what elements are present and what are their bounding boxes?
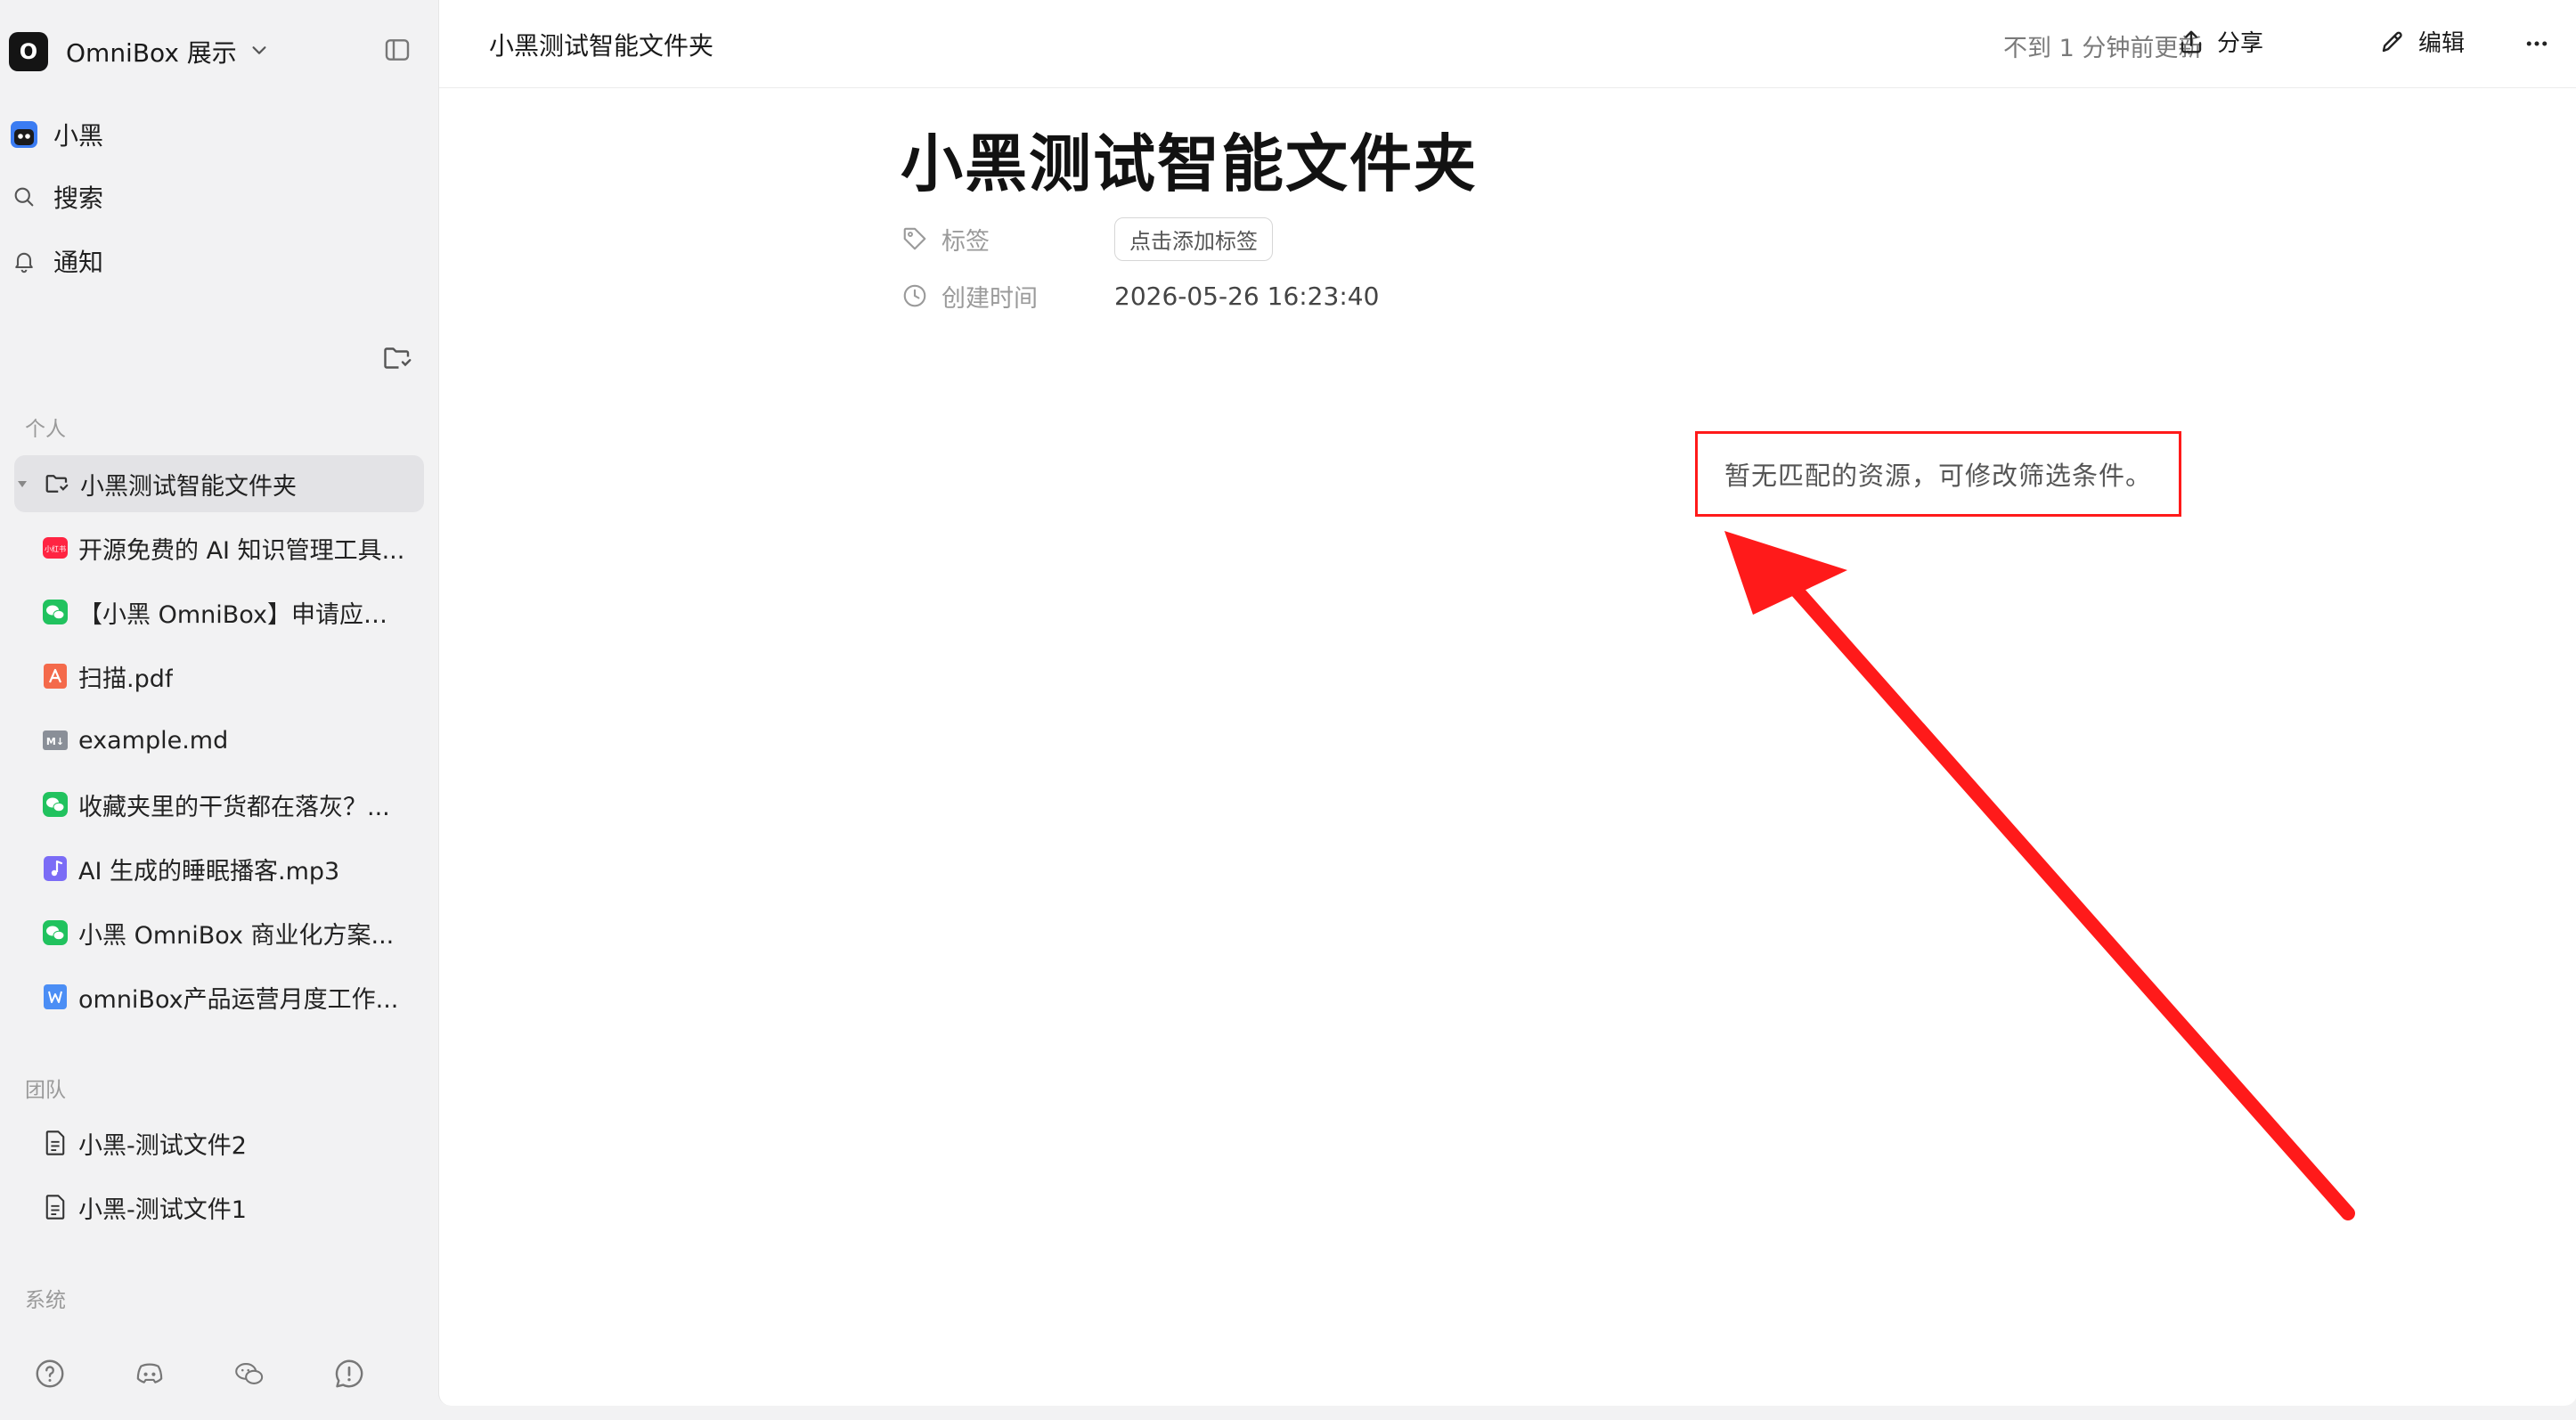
new-smart-folder-icon[interactable] — [381, 342, 413, 378]
help-icon[interactable] — [34, 1358, 66, 1390]
tree-item-doc-6[interactable]: AI 生成的睡眠播客.mp3 — [41, 840, 424, 897]
xiaohongshu-icon: 小红书 — [41, 534, 69, 562]
discord-icon[interactable] — [134, 1358, 166, 1390]
wechat-community-icon[interactable] — [233, 1358, 265, 1390]
tree-item-team-doc-1[interactable]: 小黑-测试文件2 — [41, 1114, 424, 1171]
sidebar-footer — [34, 1358, 365, 1390]
ninja-avatar-icon — [9, 119, 39, 150]
created-time-value: 2026-05-26 16:23:40 — [1114, 281, 1380, 311]
nav-item-search[interactable]: 搜索 — [9, 175, 103, 219]
edit-button[interactable]: 编辑 — [2379, 25, 2465, 58]
tree-item-doc-7[interactable]: 小黑 OmniBox 商业化方案... — [41, 904, 424, 961]
sidebar: O OmniBox 展示 小黑 搜索 通知 个人 小黑测试智能文件夹 小红书 开… — [0, 0, 438, 1420]
tree-item-label: 扫描.pdf — [78, 665, 174, 693]
audio-icon — [41, 854, 69, 883]
tree-item-label: example.md — [78, 726, 229, 755]
section-personal: 个人 — [25, 418, 66, 441]
tree-item-label: AI 生成的睡眠播客.mp3 — [78, 857, 340, 885]
tag-icon — [901, 224, 929, 253]
tree-item-doc-8[interactable]: omniBox产品运营月度工作... — [41, 968, 424, 1025]
tree-item-smart-folder[interactable]: 小黑测试智能文件夹 — [14, 455, 424, 512]
tree-item-doc-3[interactable]: 扫描.pdf — [41, 648, 424, 705]
nav-label-notifications: 通知 — [53, 248, 104, 277]
add-tag-button[interactable]: 点击添加标签 — [1114, 216, 1273, 261]
nav-label-search: 搜索 — [53, 184, 104, 213]
main-panel: 小黑测试智能文件夹 不到 1 分钟前更新 分享 编辑 小黑测试智能文件夹 标签 … — [438, 0, 2576, 1406]
section-system: 系统 — [25, 1289, 66, 1312]
wechat-icon — [41, 918, 69, 947]
svg-text:M↓: M↓ — [46, 736, 64, 747]
tree-item-label: 小黑-测试文件2 — [78, 1131, 247, 1160]
tree-item-doc-4[interactable]: M↓ example.md — [41, 712, 424, 769]
document-icon — [41, 1129, 69, 1157]
workspace-name: OmniBox 展示 — [66, 38, 237, 68]
tree-item-label: 收藏夹里的干货都在落灰？... — [78, 793, 390, 821]
bell-icon — [9, 246, 39, 276]
tree-item-doc-5[interactable]: 收藏夹里的干货都在落灰？... — [41, 776, 424, 833]
breadcrumb[interactable]: 小黑测试智能文件夹 — [489, 27, 713, 62]
edit-label: 编辑 — [2418, 30, 2466, 57]
workspace-switcher[interactable]: O OmniBox 展示 — [9, 32, 269, 71]
tags-label: 标签 — [942, 227, 990, 256]
markdown-icon: M↓ — [41, 726, 69, 755]
pencil-icon — [2379, 29, 2406, 55]
updated-status: 不到 1 分钟前更新 — [2003, 35, 2203, 62]
tree-item-label: 小黑测试智能文件夹 — [80, 472, 297, 501]
word-icon — [41, 983, 69, 1011]
workspace-logo: O — [9, 32, 48, 71]
tree-item-team-doc-2[interactable]: 小黑-测试文件1 — [41, 1179, 424, 1236]
tree-item-label: 小黑-测试文件1 — [78, 1196, 247, 1224]
tags-property: 标签 点击添加标签 — [901, 216, 1273, 261]
sidebar-toggle-icon[interactable] — [383, 36, 412, 68]
feedback-icon[interactable] — [333, 1358, 365, 1390]
created-time-property: 创建时间 2026-05-26 16:23:40 — [901, 278, 1379, 314]
wechat-icon — [41, 790, 69, 819]
more-options-icon[interactable] — [2523, 30, 2550, 57]
share-label: 分享 — [2217, 30, 2264, 57]
search-icon — [9, 182, 39, 212]
svg-text:小红书: 小红书 — [45, 544, 66, 553]
nav-label-profile: 小黑 — [53, 121, 104, 151]
tree-item-label: 【小黑 OmniBox】申请应聘... — [78, 600, 408, 629]
pdf-icon — [41, 662, 69, 690]
tree-item-doc-2[interactable]: 【小黑 OmniBox】申请应聘... — [41, 584, 424, 641]
share-button[interactable]: 分享 — [2178, 25, 2263, 58]
document-icon — [41, 1193, 69, 1221]
empty-state-message: 暂无匹配的资源，可修改筛选条件。 — [1695, 431, 2181, 517]
tree-item-label: 开源免费的 AI 知识管理工具... — [78, 536, 405, 565]
section-team: 团队 — [25, 1079, 66, 1102]
tree-item-label: omniBox产品运营月度工作... — [78, 985, 399, 1014]
nav-item-profile[interactable]: 小黑 — [9, 112, 103, 157]
top-bar: 小黑测试智能文件夹 不到 1 分钟前更新 分享 编辑 — [439, 0, 2576, 88]
wechat-icon — [41, 598, 69, 626]
chevron-down-icon — [249, 40, 269, 63]
tree-item-label: 小黑 OmniBox 商业化方案... — [78, 921, 395, 950]
page-title[interactable]: 小黑测试智能文件夹 — [901, 114, 1478, 204]
created-time-label: 创建时间 — [942, 284, 1038, 313]
tree-item-doc-1[interactable]: 小红书 开源免费的 AI 知识管理工具... — [41, 519, 424, 576]
caret-down-icon[interactable] — [14, 477, 30, 491]
share-icon — [2178, 29, 2205, 55]
nav-item-notifications[interactable]: 通知 — [9, 239, 103, 283]
clock-icon — [901, 282, 929, 310]
smart-folder-icon — [43, 469, 71, 498]
